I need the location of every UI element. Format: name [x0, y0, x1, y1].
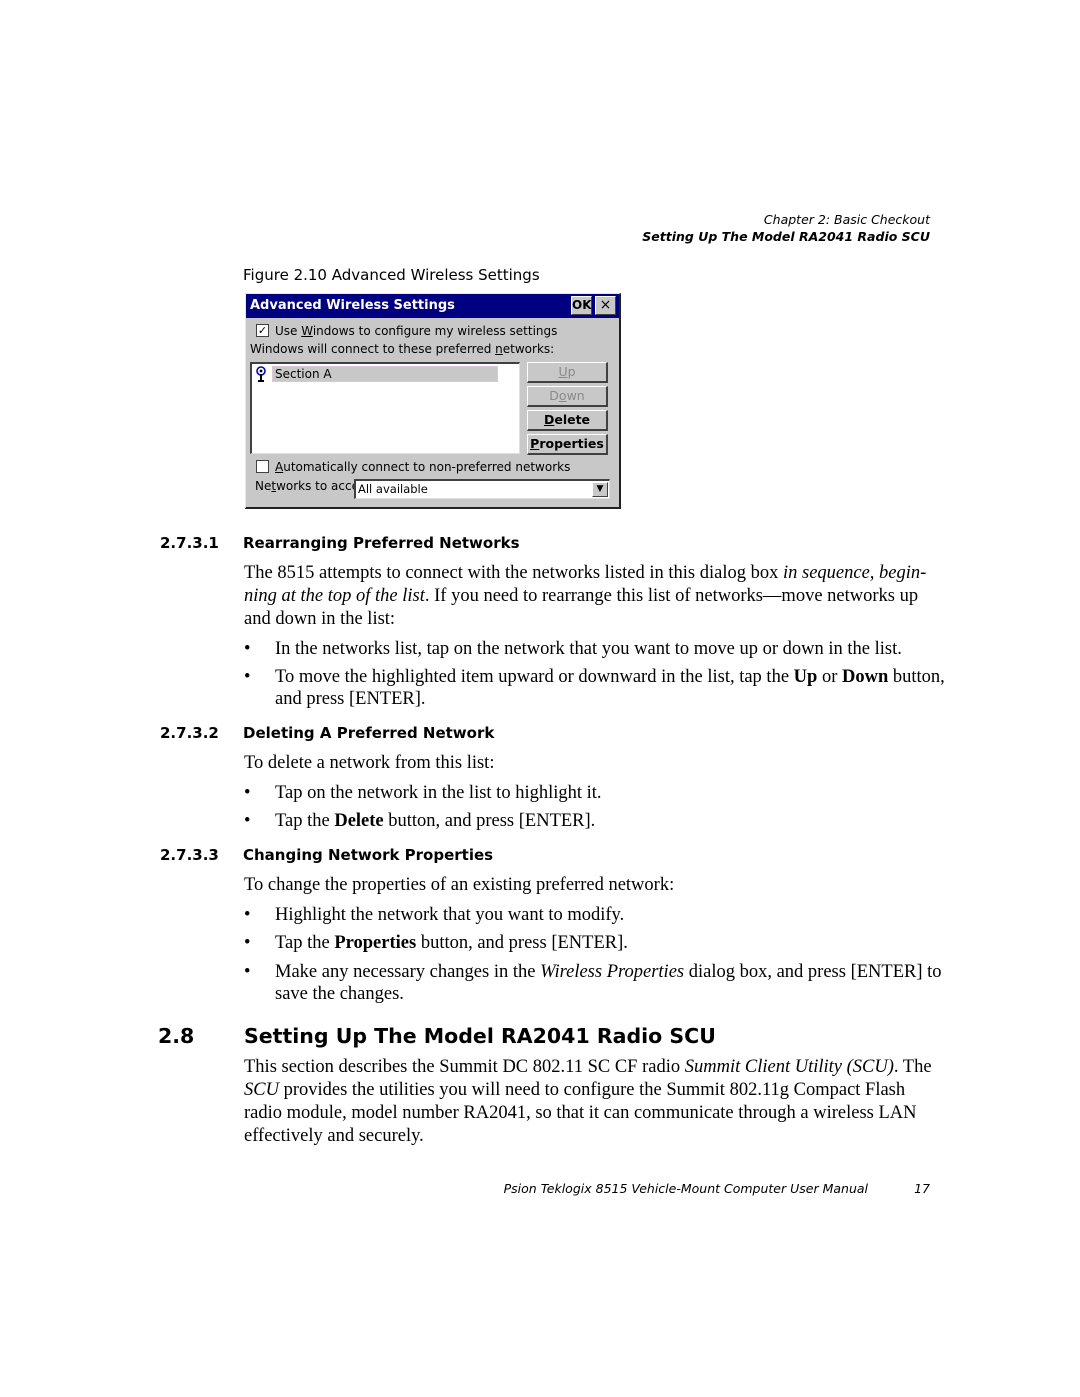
figure-caption: Figure 2.10 Advanced Wireless Settings	[243, 266, 540, 284]
dialog-titlebar: Advanced Wireless Settings OK ×	[246, 294, 619, 318]
close-button[interactable]: ×	[595, 296, 616, 315]
auto-connect-label: Automatically connect to non-preferred n…	[275, 460, 571, 474]
use-windows-checkbox[interactable]: ✓	[256, 324, 269, 337]
running-head-chapter: Chapter 2: Basic Checkout	[763, 212, 930, 227]
rearranging-paragraph: The 8515 attempts to connect with the ne…	[244, 563, 927, 629]
dialog-title: Advanced Wireless Settings	[250, 298, 455, 313]
use-windows-label: Use Windows to configure my wireless set…	[275, 324, 558, 338]
page-number: 17	[914, 1181, 930, 1196]
section-heading-rearranging: 2.7.3.1 Rearranging Preferred Networks	[160, 534, 520, 552]
list-item-network[interactable]: Section A	[254, 366, 500, 382]
advanced-wireless-settings-dialog: Advanced Wireless Settings OK × ✓ Use Wi…	[245, 293, 621, 509]
section-heading-changing: 2.7.3.3 Changing Network Properties	[160, 846, 494, 864]
deleting-intro: To delete a network from this list:	[244, 753, 495, 773]
running-head-section: Setting Up The Model RA2041 Radio SCU	[642, 229, 930, 244]
changing-intro: To change the properties of an existing …	[244, 875, 675, 895]
auto-connect-checkbox[interactable]	[256, 460, 269, 473]
up-button[interactable]: Up	[527, 362, 608, 383]
networks-to-access-select[interactable]: All available ▼	[354, 479, 610, 499]
preferred-networks-list[interactable]: Section A	[250, 362, 520, 454]
section-heading-setting-up: 2.8 Setting Up The Model RA2041 Radio SCU	[158, 1024, 716, 1048]
checkmark-icon: ✓	[257, 324, 268, 337]
down-button[interactable]: Down	[527, 386, 608, 407]
networks-to-access-value: All available	[358, 482, 428, 496]
ok-button[interactable]: OK	[571, 296, 592, 315]
properties-button[interactable]: Properties	[527, 434, 608, 455]
wireless-ap-icon	[255, 366, 269, 382]
preferred-networks-label: Windows will connect to these preferred …	[250, 342, 555, 356]
setting-up-paragraph: This section describes the Summit DC 802…	[244, 1057, 932, 1146]
network-name: Section A	[275, 367, 332, 381]
chevron-down-icon[interactable]: ▼	[592, 482, 608, 497]
delete-button[interactable]: Delete	[527, 410, 608, 431]
footer-title: Psion Teklogix 8515 Vehicle-Mount Comput…	[503, 1181, 868, 1196]
section-heading-deleting: 2.7.3.2 Deleting A Preferred Network	[160, 724, 495, 742]
